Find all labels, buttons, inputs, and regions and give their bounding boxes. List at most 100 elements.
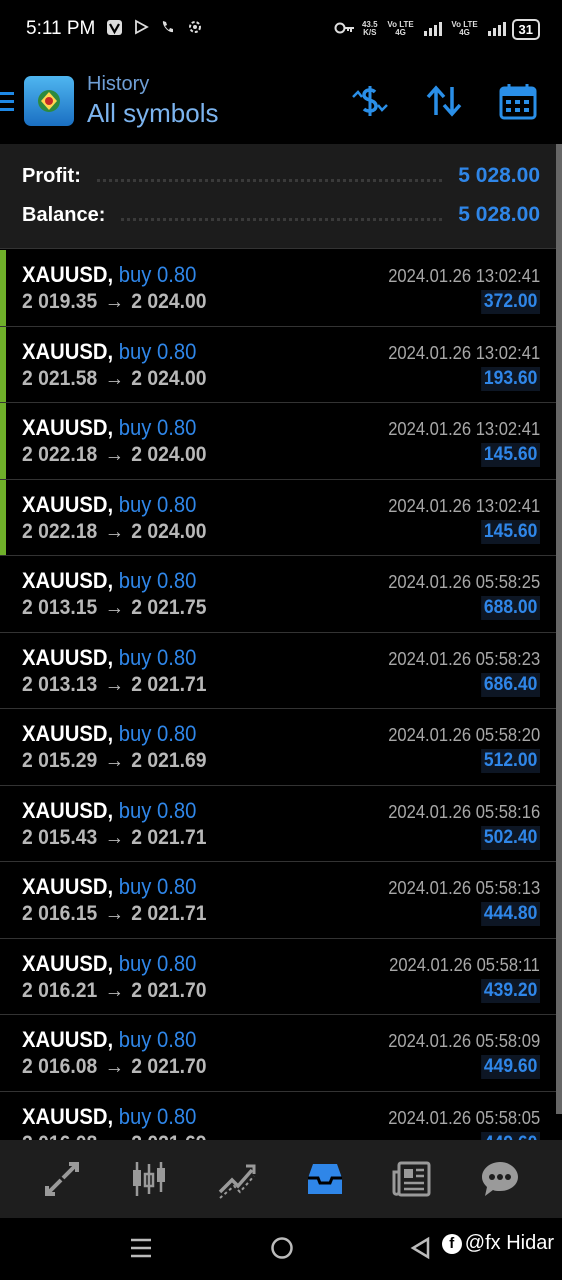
scrollbar[interactable] bbox=[556, 144, 562, 1114]
watermark: f @fx Hidar bbox=[441, 1232, 554, 1255]
nav-news[interactable] bbox=[390, 1157, 434, 1201]
trade-prices: 2 016.08 → 2 021.70 bbox=[22, 1055, 206, 1079]
profit-label: Profit: bbox=[22, 164, 81, 187]
arrow-icon: → bbox=[104, 672, 124, 696]
trade-row[interactable]: XAUUSD, buy 0.80 2 015.43 → 2 021.71 2024.01… bbox=[0, 786, 556, 862]
trade-symbol: XAUUSD, bbox=[22, 568, 114, 593]
trade-time: 2024.01.26 05:58:25 bbox=[388, 572, 540, 592]
trade-profit: 686.40 bbox=[481, 672, 540, 697]
trade-prices: 2 016.15 → 2 021.71 bbox=[22, 902, 206, 926]
summary-panel: Profit: 5 028.00 Balance: 5 028.00 bbox=[0, 144, 556, 249]
trade-side-volume: buy 0.80 bbox=[118, 415, 197, 440]
trade-symbol-line: XAUUSD, buy 0.80 bbox=[22, 951, 196, 977]
trade-symbol-line: XAUUSD, buy 0.80 bbox=[22, 339, 196, 365]
close-price: 2 021.71 bbox=[131, 902, 207, 925]
trade-row[interactable]: XAUUSD, buy 0.80 2 016.08 → 2 021.70 2024.01… bbox=[0, 1015, 556, 1092]
trade-symbol: XAUUSD, bbox=[22, 415, 114, 440]
trade-row[interactable]: XAUUSD, buy 0.80 2 015.29 → 2 021.69 2024.01… bbox=[0, 709, 556, 786]
trade-row[interactable]: XAUUSD, buy 0.80 2 016.15 → 2 021.71 2024.01… bbox=[0, 862, 556, 939]
v-app-icon bbox=[105, 19, 123, 40]
home-button[interactable] bbox=[268, 1234, 296, 1267]
trade-side-volume: buy 0.80 bbox=[118, 1027, 197, 1052]
calendar-button[interactable] bbox=[496, 79, 540, 123]
trade-time: 2024.01.26 05:58:23 bbox=[388, 648, 540, 669]
currency-filter-icon bbox=[352, 86, 388, 116]
open-price: 2 019.35 bbox=[22, 290, 98, 313]
close-price: 2 021.71 bbox=[131, 672, 207, 696]
trade-symbol-line: XAUUSD, buy 0.80 bbox=[22, 798, 196, 824]
battery-indicator: 31 bbox=[511, 18, 540, 40]
trade-row[interactable]: XAUUSD, buy 0.80 2 022.18 → 2 024.00 2024.01… bbox=[0, 479, 556, 556]
nav-history[interactable] bbox=[303, 1157, 347, 1201]
trade-row[interactable]: XAUUSD, buy 0.80 2 019.35 → 2 024.00 2024.01… bbox=[0, 250, 556, 327]
app-logo bbox=[24, 76, 74, 126]
trade-side-volume: buy 0.80 bbox=[118, 491, 197, 517]
sim1-label: Vo LTE 4G bbox=[387, 20, 414, 37]
arrow-icon: → bbox=[104, 519, 124, 543]
nav-quotes[interactable] bbox=[40, 1157, 84, 1201]
trade-symbol-line: XAUUSD, buy 0.80 bbox=[22, 645, 196, 671]
header-title[interactable]: All symbols bbox=[87, 98, 218, 129]
key-icon bbox=[334, 21, 356, 37]
header-subtitle: History bbox=[87, 73, 150, 95]
call-icon bbox=[159, 19, 177, 39]
recent-apps-button[interactable] bbox=[128, 1234, 154, 1267]
trade-symbol: XAUUSD, bbox=[22, 1027, 114, 1052]
menu-icon[interactable] bbox=[0, 91, 16, 111]
trade-profit: 688.00 bbox=[481, 596, 540, 620]
dotted-leader bbox=[96, 178, 443, 182]
trade-row[interactable]: XAUUSD, buy 0.80 2 022.18 → 2 024.00 2024.01… bbox=[0, 403, 556, 480]
trade-row[interactable]: XAUUSD, buy 0.80 2 013.13 → 2 021.71 2024.01… bbox=[0, 633, 556, 709]
app-bar: History All symbols bbox=[0, 58, 562, 144]
trade-row[interactable]: XAUUSD, buy 0.80 2 013.15 → 2 021.75 2024.01… bbox=[0, 556, 556, 633]
open-price: 2 016.08 bbox=[22, 1132, 97, 1141]
system-navigation-bar: f @fx Hidar bbox=[0, 1218, 562, 1280]
trade-symbol-line: XAUUSD, buy 0.80 bbox=[22, 568, 196, 594]
arrow-icon: → bbox=[104, 366, 124, 390]
back-button[interactable] bbox=[408, 1234, 432, 1267]
trade-symbol: XAUUSD, bbox=[22, 797, 114, 823]
trade-symbol-line: XAUUSD, buy 0.80 bbox=[22, 262, 196, 288]
trade-time: 2024.01.26 13:02:41 bbox=[388, 342, 540, 363]
trade-prices: 2 016.08 → 2 021.69 bbox=[22, 1132, 206, 1141]
trade-time: 2024.01.26 13:02:41 bbox=[388, 419, 540, 439]
trade-time: 2024.01.26 05:58:16 bbox=[388, 801, 540, 822]
trade-side-volume: buy 0.80 bbox=[118, 874, 197, 899]
close-price: 2 021.75 bbox=[131, 596, 207, 619]
close-price: 2 021.70 bbox=[131, 978, 207, 1002]
trade-history-list[interactable]: XAUUSD, buy 0.80 2 019.35 → 2 024.00 2024.01… bbox=[0, 250, 556, 1140]
nav-trade[interactable] bbox=[215, 1157, 259, 1201]
close-price: 2 024.00 bbox=[131, 443, 207, 466]
currency-filter-button[interactable] bbox=[348, 79, 392, 123]
arrow-icon: → bbox=[104, 825, 124, 849]
trade-side-volume: buy 0.80 bbox=[118, 950, 197, 976]
arrow-icon: → bbox=[104, 290, 124, 313]
dotted-leader bbox=[121, 217, 443, 221]
nav-messages[interactable] bbox=[478, 1157, 522, 1201]
open-price: 2 015.29 bbox=[22, 749, 98, 772]
trade-side-volume: buy 0.80 bbox=[118, 797, 197, 823]
trade-time: 2024.01.26 05:58:09 bbox=[388, 1031, 540, 1051]
close-price: 2 021.71 bbox=[131, 825, 207, 849]
status-time: 5:11 PM bbox=[26, 18, 96, 39]
trade-row[interactable]: XAUUSD, buy 0.80 2 016.21 → 2 021.70 2024.01… bbox=[0, 939, 556, 1015]
open-price: 2 021.58 bbox=[22, 366, 98, 390]
trade-row[interactable]: XAUUSD, buy 0.80 2 021.58 → 2 024.00 2024.01… bbox=[0, 326, 556, 403]
arrow-icon: → bbox=[104, 978, 124, 1002]
trade-prices: 2 015.29 → 2 021.69 bbox=[22, 749, 206, 773]
sort-button[interactable] bbox=[422, 79, 466, 123]
close-price: 2 021.70 bbox=[131, 1055, 207, 1078]
trade-profit: 512.00 bbox=[481, 749, 540, 773]
trade-time: 2024.01.26 05:58:13 bbox=[388, 878, 540, 898]
trade-time: 2024.01.26 05:58:11 bbox=[389, 954, 540, 975]
trade-chart-icon bbox=[218, 1164, 256, 1199]
trade-symbol: XAUUSD, bbox=[22, 644, 114, 670]
arrow-icon: → bbox=[104, 1055, 124, 1078]
trade-prices: 2 019.35 → 2 024.00 bbox=[22, 290, 206, 314]
trade-time: 2024.01.26 05:58:20 bbox=[388, 725, 540, 745]
trade-profit: 145.60 bbox=[481, 443, 540, 467]
trade-row[interactable]: XAUUSD, buy 0.80 2 016.08 → 2 021.69 2024.01… bbox=[0, 1092, 556, 1141]
open-price: 2 015.43 bbox=[22, 825, 98, 849]
nav-chart[interactable] bbox=[127, 1157, 171, 1201]
candlestick-icon bbox=[133, 1162, 166, 1196]
